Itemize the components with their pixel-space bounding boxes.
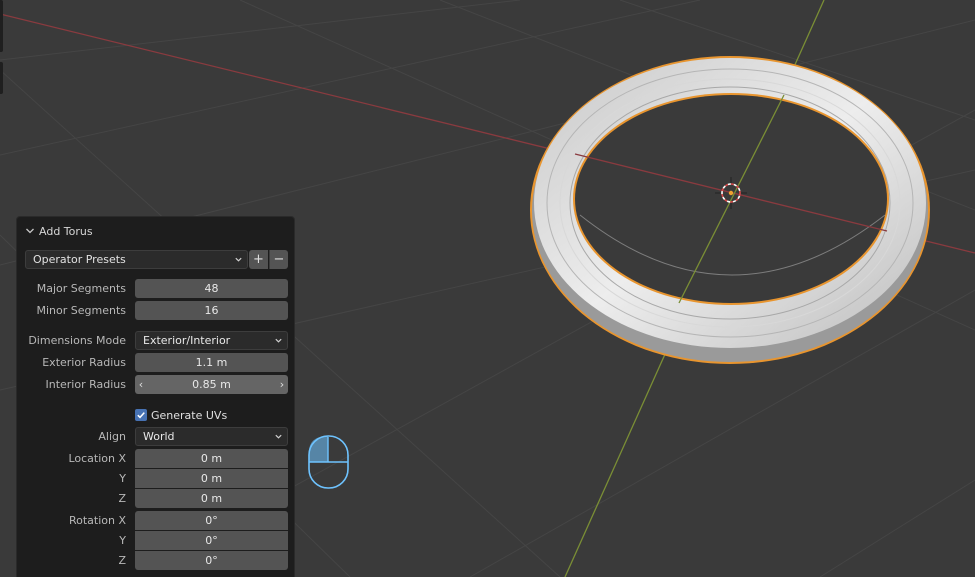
location-z-field[interactable]: 0 m	[135, 489, 288, 508]
toolbar-edge-top[interactable]	[0, 0, 3, 52]
align-value: World	[143, 430, 175, 443]
location-z-label: Z	[118, 492, 126, 505]
remove-preset-button[interactable]: −	[269, 250, 288, 269]
rotation-z-label: Z	[118, 554, 126, 567]
add-preset-button[interactable]: +	[249, 250, 268, 269]
rotation-x-field[interactable]: 0°	[135, 511, 288, 530]
interior-radius-label: Interior Radius	[45, 378, 126, 391]
interior-radius-field[interactable]: ‹ 0.85 m ›	[135, 375, 288, 394]
dimensions-mode-dropdown[interactable]: Exterior/Interior	[135, 331, 288, 350]
generate-uvs-checkbox[interactable]: Generate UVs	[135, 405, 227, 425]
exterior-radius-label: Exterior Radius	[42, 356, 126, 369]
interior-radius-value: 0.85 m	[192, 378, 231, 391]
location-x-label: Location X	[68, 452, 126, 465]
minor-segments-label: Minor Segments	[36, 304, 127, 317]
object-origin-icon	[728, 190, 734, 196]
generate-uvs-label: Generate UVs	[151, 408, 228, 422]
chevron-down-icon	[275, 434, 282, 439]
chevron-right-icon[interactable]: ›	[276, 375, 288, 394]
major-segments-label: Major Segments	[36, 282, 126, 295]
location-y-field[interactable]: 0 m	[135, 469, 288, 488]
rotation-x-label: Rotation X	[68, 514, 126, 527]
chevron-down-icon	[235, 257, 242, 262]
rotation-y-label: Y	[119, 534, 126, 547]
panel-title: Add Torus	[39, 224, 93, 238]
chevron-left-icon[interactable]: ‹	[135, 375, 147, 394]
operator-presets-label: Operator Presets	[33, 253, 126, 266]
dimensions-mode-label: Dimensions Mode	[28, 334, 126, 347]
align-dropdown[interactable]: World	[135, 427, 288, 446]
check-icon	[135, 409, 147, 421]
chevron-down-icon	[26, 228, 34, 234]
rotation-z-field[interactable]: 0°	[135, 551, 288, 570]
location-y-label: Y	[119, 472, 126, 485]
toolbar-edge-bottom[interactable]	[0, 62, 3, 94]
location-x-field[interactable]: 0 m	[135, 449, 288, 468]
exterior-radius-field[interactable]: 1.1 m	[135, 353, 288, 372]
chevron-down-icon	[275, 338, 282, 343]
rotation-y-field[interactable]: 0°	[135, 531, 288, 550]
panel-header[interactable]: Add Torus	[25, 223, 93, 239]
dimensions-mode-value: Exterior/Interior	[143, 334, 231, 347]
adjust-last-operation-panel: Add Torus Operator Presets + − Major Seg…	[16, 216, 295, 577]
align-label: Align	[98, 430, 126, 443]
torus-mesh	[530, 56, 930, 364]
operator-presets-dropdown[interactable]: Operator Presets	[25, 250, 248, 269]
major-segments-field[interactable]: 48	[135, 279, 288, 298]
minor-segments-field[interactable]: 16	[135, 301, 288, 320]
